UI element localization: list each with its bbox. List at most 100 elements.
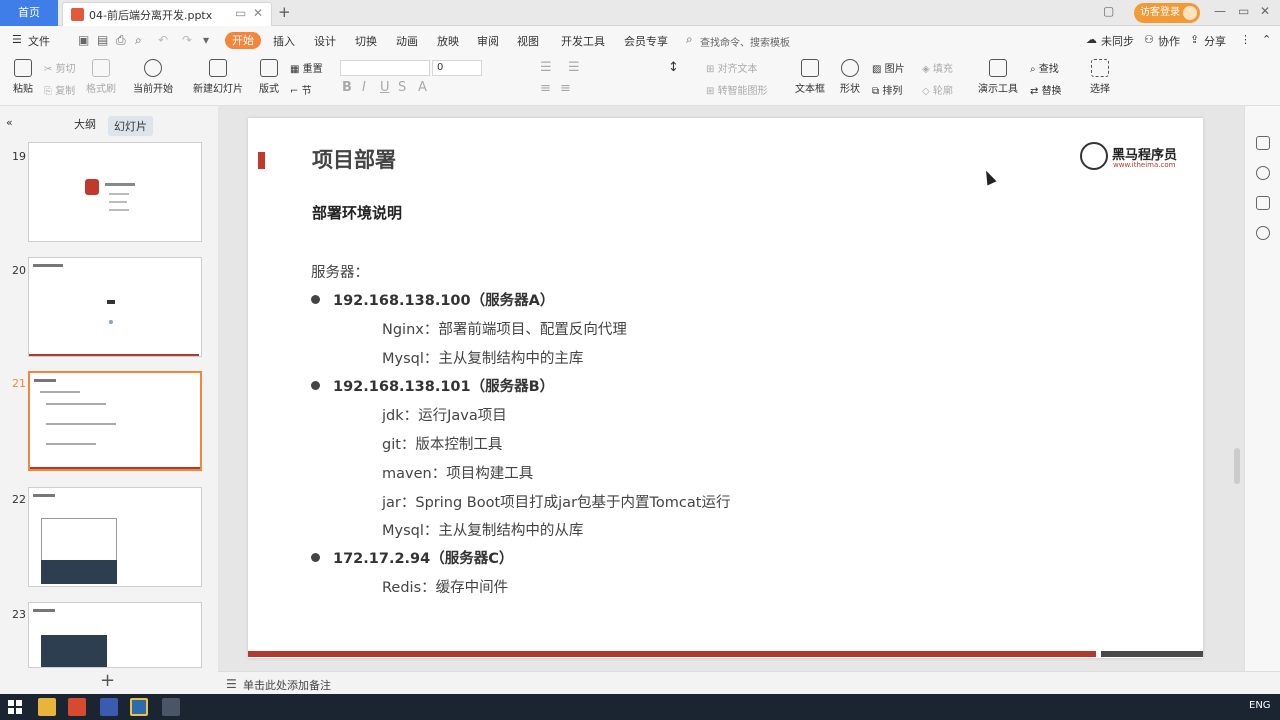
align-text-button[interactable]: ⊞ 对齐文本 <box>706 60 758 75</box>
quick-access-dropdown-icon[interactable]: ▾ <box>203 33 209 47</box>
undo-icon[interactable]: ↶ <box>158 33 168 47</box>
canvas-scrollbar[interactable] <box>1234 448 1240 484</box>
server-a-item[interactable]: Mysql：主从复制结构中的主库 <box>382 347 583 368</box>
tab-slides[interactable]: 幻灯片 <box>108 116 153 136</box>
arrange-button[interactable]: ⧉ 排列 <box>872 82 902 97</box>
new-tab-button[interactable]: + <box>278 3 291 21</box>
server-b-heading[interactable]: 192.168.138.101（服务器B） <box>333 375 554 396</box>
bullet-list-icon[interactable]: ☰ <box>540 60 552 75</box>
cut-button[interactable]: ✂ 剪切 <box>44 60 76 75</box>
strikethrough-button[interactable]: S <box>398 80 406 95</box>
wps-icon[interactable] <box>68 698 86 716</box>
slide-thumbnail-20[interactable] <box>28 257 202 357</box>
paste-button[interactable]: 粘贴 <box>8 59 38 95</box>
more-options-icon[interactable]: ⋮ <box>1240 33 1251 46</box>
copy-button[interactable]: ⎘ 复制 <box>44 82 75 97</box>
windows-start-icon[interactable] <box>8 700 22 714</box>
picture-button[interactable]: ▨ 图片 <box>872 60 905 75</box>
tab-slideshow[interactable]: 放映 <box>437 33 459 49</box>
server-a-item[interactable]: Nginx：部署前端项目、配置反向代理 <box>382 318 627 339</box>
hamburger-menu-icon[interactable]: ☰ <box>12 33 22 46</box>
underline-button[interactable]: U <box>380 80 390 95</box>
numbered-list-icon[interactable]: ☰ <box>568 60 580 75</box>
layout-button[interactable]: 版式 <box>254 59 284 95</box>
server-b-item[interactable]: maven：项目构建工具 <box>382 462 533 483</box>
help-icon[interactable] <box>1256 226 1270 240</box>
tab-animation[interactable]: 动画 <box>396 33 418 49</box>
file-explorer-icon[interactable] <box>38 698 56 716</box>
current-slide[interactable]: 项目部署 黑马程序员 www.itheima.com 部署环境说明 服务器： 1… <box>248 118 1203 658</box>
server-b-item[interactable]: jdk：运行Java项目 <box>382 404 507 425</box>
section-button[interactable]: ⌐ 节 <box>290 82 312 97</box>
presentation-tools-button[interactable]: 演示工具 <box>976 59 1020 95</box>
save-icon[interactable]: ▣ <box>78 33 89 47</box>
reset-button[interactable]: ▦ 重置 <box>290 60 323 75</box>
document-tab[interactable]: 04-前后端分离开发.pptx ▭ ✕ <box>62 2 272 26</box>
app-icon[interactable] <box>130 698 148 716</box>
add-slide-button[interactable]: + <box>100 670 115 691</box>
server-c-heading[interactable]: 172.17.2.94（服务器C） <box>333 547 513 568</box>
transition-icon[interactable] <box>1256 196 1270 210</box>
notes-bar[interactable]: ☰ 单击此处添加备注 <box>218 671 1280 694</box>
server-b-item[interactable]: jar：Spring Boot项目打成jar包基于内置Tomcat运行 <box>382 491 730 512</box>
slide-thumbnail-19[interactable] <box>28 142 202 242</box>
server-b-item[interactable]: git：版本控制工具 <box>382 433 502 454</box>
properties-icon[interactable] <box>1256 136 1270 150</box>
bold-button[interactable]: B <box>342 80 352 95</box>
redo-icon[interactable]: ↷ <box>182 33 192 47</box>
terminal-icon[interactable] <box>162 698 180 716</box>
server-a-heading[interactable]: 192.168.138.100（服务器A） <box>333 289 554 310</box>
animation-icon[interactable] <box>1256 166 1270 180</box>
slide-thumbnail-22[interactable] <box>28 487 202 587</box>
command-search[interactable]: 查找命令、搜索模板 <box>700 34 790 49</box>
textbox-button[interactable]: 文本框 <box>792 59 828 95</box>
tab-developer[interactable]: 开发工具 <box>561 33 605 49</box>
minimize-icon[interactable]: — <box>1214 4 1226 18</box>
slide-subtitle[interactable]: 部署环境说明 <box>312 202 402 223</box>
tab-view[interactable]: 视图 <box>517 33 539 49</box>
tab-home[interactable]: 开始 <box>225 32 261 49</box>
close-window-icon[interactable]: ✕ <box>1260 4 1270 18</box>
collapse-ribbon-icon[interactable]: ⌃ <box>1262 33 1271 46</box>
tab-member[interactable]: 会员专享 <box>624 33 668 49</box>
menu-file[interactable]: 文件 <box>28 33 50 49</box>
export-pdf-icon[interactable]: ▤ <box>97 33 108 47</box>
login-button[interactable]: 访客登录 <box>1134 3 1200 23</box>
server-c-item[interactable]: Redis：缓存中间件 <box>382 576 508 597</box>
convert-smartart-button[interactable]: ⊞ 转智能图形 <box>706 82 768 97</box>
font-size-dropdown[interactable]: 0 <box>432 60 482 76</box>
replace-button[interactable]: ⇄ 替换 <box>1030 82 1062 97</box>
play-from-current-button[interactable]: 当前开始 <box>128 59 178 95</box>
share-button[interactable]: 分享 <box>1204 33 1226 49</box>
server-label[interactable]: 服务器： <box>311 261 369 282</box>
font-name-dropdown[interactable] <box>340 60 430 76</box>
multi-window-icon[interactable]: ▢ <box>1103 4 1114 18</box>
language-indicator[interactable]: ENG <box>1249 700 1271 711</box>
select-button[interactable]: 选择 <box>1086 59 1114 95</box>
server-b-item[interactable]: Mysql：主从复制结构中的从库 <box>382 519 583 540</box>
ide-icon[interactable] <box>100 698 118 716</box>
format-painter-button[interactable]: 格式刷 <box>84 59 118 95</box>
slide-title[interactable]: 项目部署 <box>312 144 396 174</box>
maximize-icon[interactable]: ▭ <box>1238 4 1249 18</box>
align-center-icon[interactable]: ≡ <box>560 81 571 96</box>
outline-button[interactable]: ◇ 轮廓 <box>922 82 953 97</box>
find-button[interactable]: ⌕ 查找 <box>1030 60 1059 75</box>
fill-button[interactable]: ◈ 填充 <box>922 60 953 75</box>
font-color-button[interactable]: A <box>418 80 427 95</box>
new-slide-button[interactable]: 新建幻灯片 <box>190 59 246 95</box>
restore-tab-icon[interactable]: ▭ <box>235 6 246 20</box>
shape-button[interactable]: 形状 <box>836 59 864 95</box>
print-preview-icon[interactable]: ⌕ <box>135 33 142 48</box>
line-spacing-icon[interactable]: ↕ <box>668 60 679 75</box>
tab-review[interactable]: 审阅 <box>477 33 499 49</box>
collapse-pane-icon[interactable]: « <box>6 116 13 129</box>
notes-placeholder[interactable]: 单击此处添加备注 <box>243 677 331 693</box>
home-tab[interactable]: 首页 <box>0 0 58 26</box>
tab-transition[interactable]: 切换 <box>355 33 377 49</box>
print-icon[interactable]: ⎙ <box>116 33 126 48</box>
tab-design[interactable]: 设计 <box>314 33 336 49</box>
tab-insert[interactable]: 插入 <box>273 33 295 49</box>
sync-status[interactable]: 未同步 <box>1101 33 1134 49</box>
collaborate-button[interactable]: 协作 <box>1158 33 1180 49</box>
